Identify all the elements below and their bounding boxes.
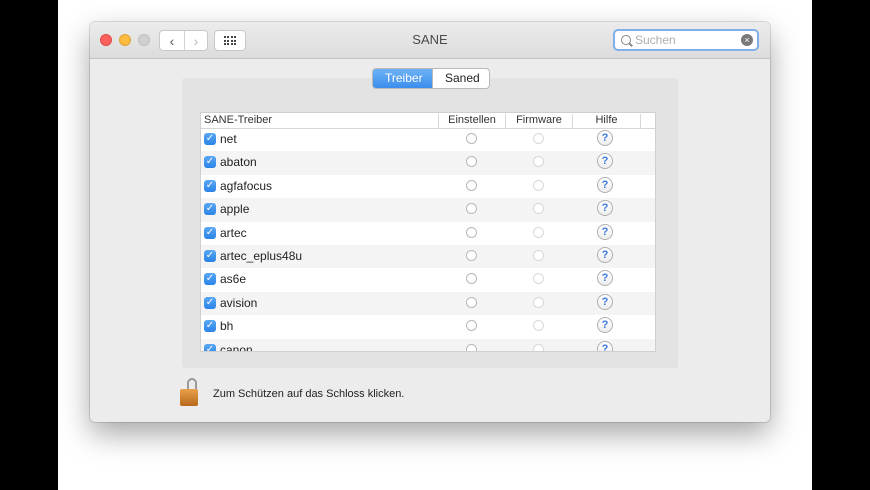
search-input[interactable]: [635, 32, 735, 48]
radio-icon[interactable]: [466, 250, 477, 261]
radio-icon[interactable]: [466, 133, 477, 144]
table-row[interactable]: ✓ avision?: [201, 291, 655, 316]
checkbox-icon[interactable]: ✓: [204, 203, 216, 216]
table-row[interactable]: ✓ net?: [201, 128, 655, 151]
tab-bar: Treiber Saned: [372, 68, 490, 89]
tab-treiber[interactable]: Treiber: [373, 69, 432, 88]
search-icon: [621, 35, 631, 45]
radio-icon[interactable]: [533, 343, 544, 351]
tab-saned[interactable]: Saned: [432, 69, 489, 88]
driver-name: net: [220, 132, 237, 146]
radio-icon[interactable]: [533, 156, 544, 168]
checkbox-icon[interactable]: ✓: [204, 156, 216, 169]
lock-icon[interactable]: [179, 378, 201, 408]
radio-icon[interactable]: [533, 226, 544, 238]
radio-icon[interactable]: [533, 273, 544, 285]
table-row[interactable]: ✓ as6e?: [201, 268, 655, 291]
radio-icon[interactable]: [533, 179, 544, 191]
radio-icon[interactable]: [466, 226, 477, 238]
radio-icon[interactable]: [466, 156, 477, 168]
help-icon[interactable]: ?: [597, 200, 613, 217]
driver-name: artec_eplus48u: [220, 249, 303, 263]
column-header-einstellen[interactable]: Einstellen: [438, 114, 505, 128]
table-row[interactable]: ✓ abaton?: [201, 151, 655, 175]
table-row[interactable]: ✓ apple?: [201, 198, 655, 222]
driver-name: avision: [220, 295, 258, 310]
radio-icon[interactable]: [466, 343, 477, 351]
driver-name: as6e: [220, 272, 247, 287]
table-row[interactable]: ✓ agfafocus?: [201, 175, 655, 198]
radio-icon[interactable]: [533, 320, 544, 332]
radio-icon[interactable]: [466, 203, 477, 215]
driver-name: artec: [220, 225, 247, 240]
table-row[interactable]: ✓ bh?: [201, 315, 655, 338]
table-row[interactable]: ✓ artec_eplus48u?: [201, 245, 655, 269]
help-icon[interactable]: ?: [597, 176, 613, 193]
clear-icon[interactable]: ×: [741, 34, 753, 46]
preferences-window: ‹ › SANE × Treiber Saned SANE-Treiber Ei…: [90, 22, 770, 422]
help-icon[interactable]: ?: [597, 223, 613, 240]
column-header-driver[interactable]: SANE-Treiber: [204, 114, 272, 128]
help-icon[interactable]: ?: [597, 130, 613, 146]
driver-name: canon: [220, 342, 253, 352]
checkbox-icon[interactable]: ✓: [204, 296, 216, 309]
driver-name: bh: [220, 319, 234, 334]
radio-icon[interactable]: [533, 250, 544, 261]
search-field[interactable]: ×: [613, 29, 759, 51]
driver-name: agfafocus: [220, 178, 273, 193]
table-row[interactable]: ✓ canon?: [201, 338, 655, 352]
column-header-hilfe[interactable]: Hilfe: [572, 114, 641, 128]
radio-icon[interactable]: [466, 320, 477, 332]
driver-name: abaton: [220, 155, 257, 170]
checkbox-icon[interactable]: ✓: [204, 226, 216, 239]
checkbox-icon[interactable]: ✓: [204, 133, 216, 145]
help-icon[interactable]: ?: [597, 293, 613, 310]
radio-icon[interactable]: [533, 133, 544, 144]
help-icon[interactable]: ?: [597, 153, 613, 170]
column-header-firmware[interactable]: Firmware: [505, 114, 572, 128]
checkbox-icon[interactable]: ✓: [204, 250, 216, 262]
checkbox-icon[interactable]: ✓: [204, 320, 216, 333]
table-header: SANE-Treiber Einstellen Firmware Hilfe: [201, 113, 655, 129]
radio-icon[interactable]: [533, 203, 544, 215]
help-icon[interactable]: ?: [597, 247, 613, 263]
checkbox-icon[interactable]: ✓: [204, 343, 216, 351]
radio-icon[interactable]: [466, 296, 477, 308]
titlebar: ‹ › SANE ×: [90, 22, 770, 59]
checkbox-icon[interactable]: ✓: [204, 179, 216, 192]
radio-icon[interactable]: [533, 296, 544, 308]
help-icon[interactable]: ?: [597, 270, 613, 287]
help-icon[interactable]: ?: [597, 317, 613, 334]
driver-table: SANE-Treiber Einstellen Firmware Hilfe ✓…: [200, 112, 656, 352]
radio-icon[interactable]: [466, 179, 477, 191]
help-icon[interactable]: ?: [597, 340, 613, 351]
table-row[interactable]: ✓ artec?: [201, 222, 655, 245]
lock-message: Zum Schützen auf das Schloss klicken.: [213, 388, 405, 400]
radio-icon[interactable]: [466, 273, 477, 285]
checkbox-icon[interactable]: ✓: [204, 273, 216, 286]
driver-name: apple: [220, 202, 250, 217]
